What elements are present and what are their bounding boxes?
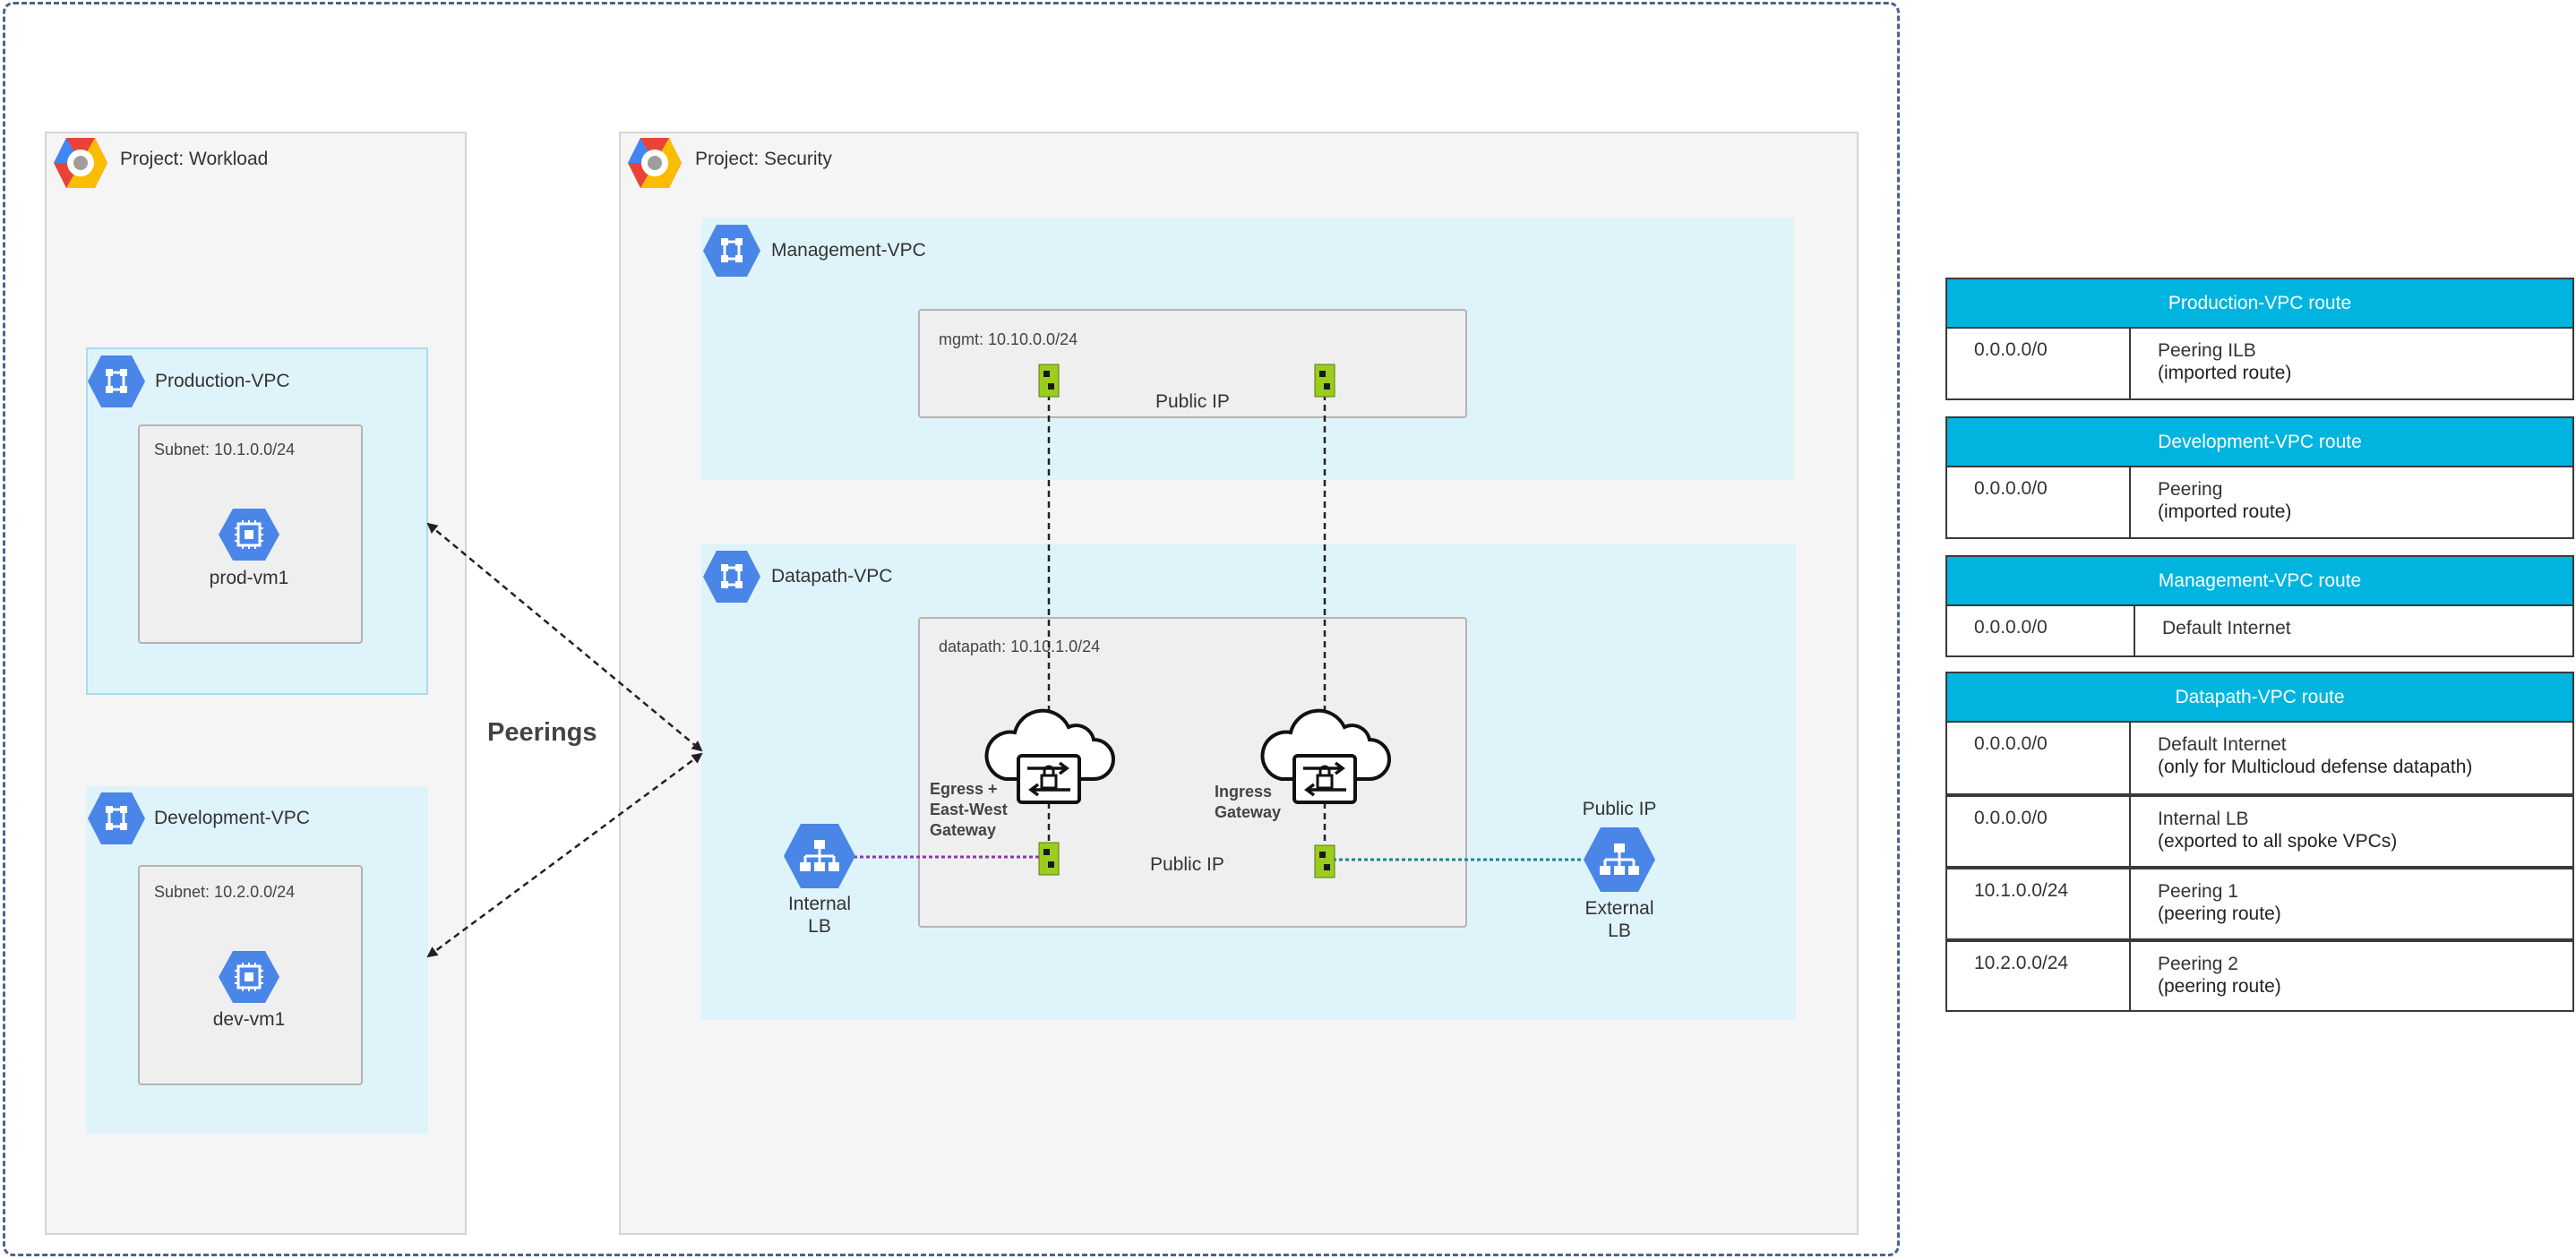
- load-balancer-icon: [782, 822, 857, 895]
- egress-gateway-label: Egress + East-West Gateway: [930, 780, 1008, 839]
- route-row: 10.2.0.0/24 Peering 2 (peering route): [1945, 940, 2574, 1012]
- nic-icon: [1038, 364, 1060, 402]
- gcp-project-icon: [52, 136, 109, 194]
- development-vpc-title: Development-VPC: [154, 808, 310, 828]
- route-next-hop: Internal LB (exported to all spoke VPCs): [2158, 809, 2398, 852]
- vpc-network-icon: [86, 791, 147, 851]
- nic-icon: [1314, 844, 1335, 883]
- route-destination: 0.0.0.0/0: [1947, 797, 2131, 866]
- mgmt-public-ip-label: Public IP: [1155, 391, 1230, 412]
- vpc-network-icon: [86, 354, 147, 414]
- route-destination: 0.0.0.0/0: [1947, 606, 2135, 655]
- production-vpc-title: Production-VPC: [155, 371, 290, 391]
- route-next-hop: Peering 1 (peering route): [2158, 881, 2281, 924]
- route-table-header: Management-VPC route: [1945, 555, 2574, 606]
- vpc-network-icon: [701, 223, 762, 283]
- route-destination: 10.1.0.0/24: [1947, 869, 2131, 938]
- ingress-gateway-label: Ingress Gateway: [1215, 783, 1282, 821]
- route-row: 0.0.0.0/0 Peering ILB (imported route): [1945, 329, 2574, 400]
- mgmt-subnet-label: mgmt: 10.10.0.0/24: [939, 330, 1078, 348]
- gcp-project-icon: [626, 136, 683, 194]
- route-next-hop: Default Internet: [2162, 618, 2291, 638]
- compute-vm-icon: [217, 507, 281, 567]
- production-subnet-label: Subnet: 10.1.0.0/24: [154, 441, 296, 458]
- route-row: 0.0.0.0/0 Default Internet: [1945, 606, 2574, 657]
- internal-lb-label: Internal LB: [787, 894, 852, 937]
- datapath-subnet-label: datapath: 10.10.1.0/24: [939, 638, 1101, 655]
- load-balancer-icon: [1582, 826, 1657, 898]
- route-next-hop: Default Internet (only for Multicloud def…: [2158, 734, 2473, 777]
- route-table-header: Datapath-VPC route: [1945, 672, 2574, 723]
- compute-vm-icon: [217, 949, 281, 1009]
- route-row: 10.1.0.0/24 Peering 1 (peering route): [1945, 868, 2574, 940]
- route-table-header: Production-VPC route: [1945, 278, 2574, 329]
- nic-icon: [1314, 364, 1335, 402]
- route-row: 0.0.0.0/0 Default Internet (only for Mult…: [1945, 723, 2574, 795]
- route-destination: 0.0.0.0/0: [1947, 467, 2131, 537]
- nic-icon: [1038, 842, 1060, 880]
- route-destination: 10.2.0.0/24: [1947, 942, 2131, 1010]
- datapath-public-ip-label: Public IP: [1150, 854, 1224, 875]
- peerings-label: Peerings: [487, 718, 597, 747]
- datapath-vpc-title: Datapath-VPC: [771, 566, 893, 587]
- route-table-header: Development-VPC route: [1945, 416, 2574, 467]
- route-next-hop: Peering ILB (imported route): [2158, 340, 2292, 383]
- route-next-hop: Peering (imported route): [2158, 479, 2292, 522]
- route-row: 0.0.0.0/0 Internal LB (exported to all sp…: [1945, 795, 2574, 868]
- dev-vm-label: dev-vm1: [212, 1009, 286, 1030]
- route-row: 0.0.0.0/0 Peering (imported route): [1945, 467, 2574, 539]
- development-subnet-label: Subnet: 10.2.0.0/24: [154, 883, 296, 901]
- route-destination: 0.0.0.0/0: [1947, 329, 2131, 398]
- external-public-ip-label: Public IP: [1582, 799, 1657, 819]
- route-destination: 0.0.0.0/0: [1947, 723, 2131, 793]
- management-vpc-title: Management-VPC: [771, 240, 926, 261]
- prod-vm-label: prod-vm1: [209, 568, 289, 588]
- vpc-network-icon: [701, 549, 762, 609]
- external-lb-label: External LB: [1584, 898, 1654, 941]
- project-workload-title: Project: Workload: [120, 149, 269, 169]
- project-security-title: Project: Security: [695, 149, 832, 169]
- route-next-hop: Peering 2 (peering route): [2158, 954, 2281, 997]
